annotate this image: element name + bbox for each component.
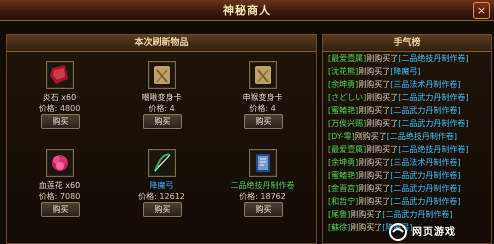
purchased-item[interactable]: [二品绝技丹制作卷] xyxy=(387,132,457,141)
window-title-bar: 神秘商人 × xyxy=(0,0,494,21)
buy-button[interactable]: 购买 xyxy=(143,114,182,129)
purchase-log-entry: [余坤勇]刚购买了[三品法术丹制作卷] xyxy=(328,79,461,91)
purchase-action: 刚购买了 xyxy=(350,210,383,219)
purchase-action: 刚购买了 xyxy=(358,197,391,206)
purchase-action: 刚购买了 xyxy=(358,67,391,76)
purchase-log-entry: [尾鲁]刚购买了[二品武力丹制作卷] xyxy=(328,209,453,221)
player-name[interactable]: [蜜鳍艳] xyxy=(328,171,358,180)
scroll-card-icon xyxy=(249,61,277,89)
window-title: 神秘商人 xyxy=(223,4,271,17)
shop-item: 降魔弓 价格: 12612 购买 xyxy=(112,141,211,225)
close-button[interactable]: × xyxy=(473,2,490,19)
shop-item: 血莲花 x60 价格: 7080 购买 xyxy=(10,141,109,225)
purchase-action: 刚购买了 xyxy=(358,158,391,167)
item-name: 二品绝技丹制作卷 xyxy=(230,181,295,190)
item-price: 价格: 7080 xyxy=(38,192,81,201)
purchase-action: 刚购买了 xyxy=(350,223,383,232)
player-name[interactable]: [さどしい] xyxy=(328,93,366,102)
watermark-text: 网页游戏 xyxy=(412,227,456,238)
purchase-log-entry: [最爱壹属]刚购买了[二品绝技丹制作卷] xyxy=(328,53,469,65)
purchase-log-entry: [蜜鳍艳]刚购买了[二品武力丹制作卷] xyxy=(328,170,461,182)
item-name: 炎石 x60 xyxy=(42,93,77,102)
purchased-item[interactable]: [二品武力丹制作卷] xyxy=(398,93,468,102)
scroll-card-icon xyxy=(148,61,176,89)
purchased-item[interactable]: [二品武力丹制作卷] xyxy=(390,184,460,193)
purchase-log-entry: [和哲宁]刚购买了[二品武力丹制作卷] xyxy=(328,196,461,208)
item-price: 价格: 12612 xyxy=(138,192,185,201)
purchased-item[interactable]: [二品武力丹制作卷] xyxy=(390,197,460,206)
watermark-logo xyxy=(389,223,407,241)
shop-item: 嘲啾变身卡 价格: 4 购买 xyxy=(112,53,211,137)
purchased-item[interactable]: [二品绝技丹制作卷] xyxy=(398,54,468,63)
item-name: 降魔弓 xyxy=(149,181,174,190)
purchase-action: 刚购买了 xyxy=(366,119,399,128)
item-name: 嘲啾变身卡 xyxy=(141,93,182,102)
item-name: 血莲花 x60 xyxy=(38,181,81,190)
shop-item: 二品绝技丹制作卷 价格: 18762 购买 xyxy=(213,141,312,225)
buy-button[interactable]: 购买 xyxy=(41,202,80,217)
buy-button[interactable]: 购买 xyxy=(143,202,182,217)
purchased-item[interactable]: [三品法术丹制作卷] xyxy=(390,80,460,89)
player-name[interactable]: [尾鲁] xyxy=(328,210,350,219)
player-name[interactable]: [余坤勇] xyxy=(328,158,358,167)
purchase-action: 刚购买了 xyxy=(366,93,399,102)
player-name[interactable]: [最爱壹属] xyxy=(328,145,366,154)
player-name[interactable]: [沈花熊] xyxy=(328,67,358,76)
purchased-item[interactable]: [降魔弓] xyxy=(390,67,420,76)
item-price: 价格: 18762 xyxy=(239,192,286,201)
player-name[interactable]: [蘇徐] xyxy=(328,223,350,232)
item-price: 价格: 4 xyxy=(148,104,175,113)
shop-item: 申猴变身卡 价格: 4 购买 xyxy=(213,53,312,137)
purchase-action: 刚购买了 xyxy=(358,171,391,180)
purchased-item[interactable]: [二品武力丹制作卷] xyxy=(398,119,468,128)
luck-board-panel: 手气榜 [最爱壹属]刚购买了[二品绝技丹制作卷] [沈花熊]刚购买了[降魔弓] [余… xyxy=(322,34,492,244)
blood-lotus-icon xyxy=(46,149,74,177)
player-name[interactable]: [金晋宫] xyxy=(328,184,358,193)
luck-board-title: 手气榜 xyxy=(323,35,491,52)
purchased-item[interactable]: [二品武力丹制作卷] xyxy=(390,106,460,115)
purchased-item[interactable]: [二品武力丹制作卷] xyxy=(382,210,452,219)
purchase-log-entry: [DY-零]刚购买了[二品绝技丹制作卷] xyxy=(328,131,457,143)
purchase-log-entry: [余坤勇]刚购买了[三品法术丹制作卷] xyxy=(328,157,461,169)
shop-panel-title: 本次刷新物品 xyxy=(7,35,316,52)
purchase-action: 刚购买了 xyxy=(358,80,391,89)
purchased-item[interactable]: [二品武力丹制作卷] xyxy=(390,171,460,180)
purchase-log-entry: [最爱壹属]刚购买了[二品绝技丹制作卷] xyxy=(328,144,469,156)
purchase-action: 刚购买了 xyxy=(358,106,391,115)
player-name[interactable]: [蜜鳍艳] xyxy=(328,106,358,115)
purchase-log-entry: [万俟兴赐]刚购买了[二品武力丹制作卷] xyxy=(328,118,469,130)
purchase-action: 刚购买了 xyxy=(366,145,399,154)
purchased-item[interactable]: [二品绝技丹制作卷] xyxy=(398,145,468,154)
red-stone-icon xyxy=(46,61,74,89)
player-name[interactable]: [DY-零] xyxy=(328,132,355,141)
recipe-scroll-icon xyxy=(249,149,277,177)
purchase-action: 刚购买了 xyxy=(366,54,399,63)
player-name[interactable]: [余坤勇] xyxy=(328,80,358,89)
buy-button[interactable]: 购买 xyxy=(244,202,283,217)
bow-icon xyxy=(148,149,176,177)
player-name[interactable]: [万俟兴赐] xyxy=(328,119,366,128)
item-name: 申猴变身卡 xyxy=(242,93,283,102)
item-price: 价格: 4 xyxy=(249,104,276,113)
buy-button[interactable]: 购买 xyxy=(244,114,283,129)
shop-item: 炎石 x60 价格: 4800 购买 xyxy=(10,53,109,137)
player-name[interactable]: [最爱壹属] xyxy=(328,54,366,63)
purchase-log-entry: [蜜鳍艳]刚购买了[二品武力丹制作卷] xyxy=(328,105,461,117)
purchase-action: 刚购买了 xyxy=(354,132,387,141)
shop-panel: 本次刷新物品 炎石 x60 价格: 4800 购买 嘲啾变身卡 价格: 4 购买… xyxy=(6,34,317,244)
buy-button[interactable]: 购买 xyxy=(41,114,80,129)
player-name[interactable]: [和哲宁] xyxy=(328,197,358,206)
purchase-log-entry: [沈花熊]刚购买了[降魔弓] xyxy=(328,66,421,78)
item-price: 价格: 4800 xyxy=(38,104,81,113)
purchased-item[interactable]: [三品法术丹制作卷] xyxy=(390,158,460,167)
purchase-log-entry: [さどしい]刚购买了[二品武力丹制作卷] xyxy=(328,92,469,104)
purchase-log-entry: [金晋宫]刚购买了[二品武力丹制作卷] xyxy=(328,183,461,195)
purchase-action: 刚购买了 xyxy=(358,184,391,193)
